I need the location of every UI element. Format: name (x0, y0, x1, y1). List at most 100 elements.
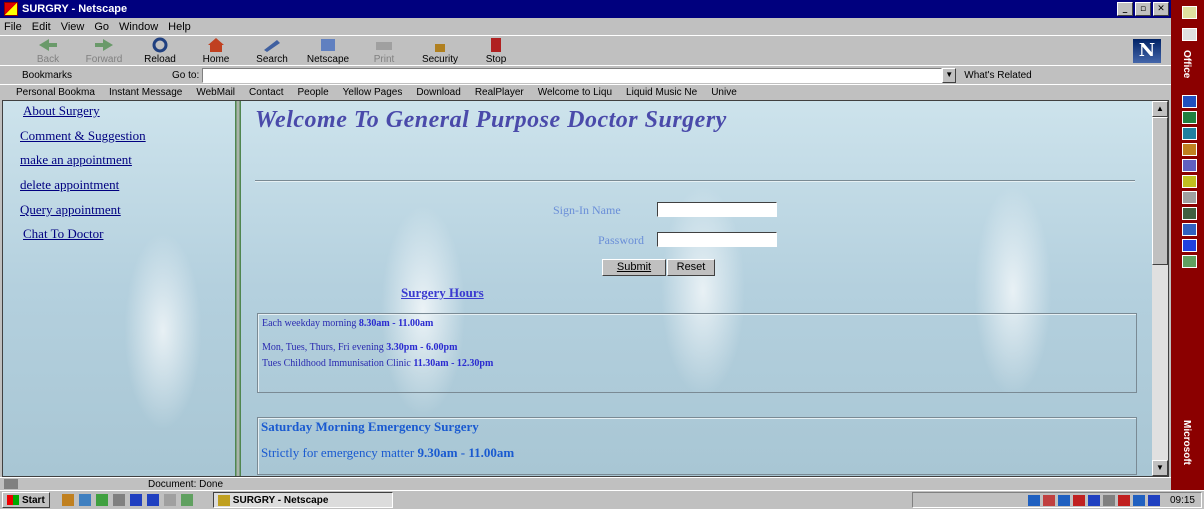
personal-bookmark[interactable]: Instant Message (109, 87, 182, 98)
nav-make-appointment[interactable]: make an appointment (20, 152, 235, 177)
personal-bookmark[interactable]: Unive (711, 87, 737, 98)
search-icon (264, 40, 280, 52)
vertical-scrollbar[interactable]: ▲ ▼ (1152, 101, 1168, 476)
personal-bookmark[interactable]: Download (416, 87, 460, 98)
welcome-heading: Welcome To General Purpose Doctor Surger… (255, 107, 727, 133)
quicklaunch-icon[interactable] (129, 494, 142, 506)
office-menu-icon[interactable] (1182, 28, 1197, 41)
nav-about-surgery[interactable]: About Surgery (23, 103, 235, 128)
office-folder-icon[interactable] (1182, 6, 1197, 19)
nav-chat-to-doctor[interactable]: Chat To Doctor (23, 226, 235, 251)
whats-related-button[interactable]: What's Related (964, 70, 1032, 81)
stop-button[interactable]: Stop (468, 37, 524, 65)
printer-icon (376, 42, 392, 50)
padlock-icon (435, 44, 445, 52)
maximize-button[interactable]: ▫ (1135, 2, 1151, 16)
utility-icon[interactable] (1182, 255, 1197, 268)
personal-bookmark[interactable]: Liquid Music Ne (626, 87, 697, 98)
netscape-app-icon[interactable] (4, 2, 18, 16)
personal-bookmark[interactable]: Contact (249, 87, 283, 98)
nav-comment-suggestion[interactable]: Comment & Suggestion (20, 128, 235, 153)
tray-icon[interactable] (1087, 494, 1100, 506)
personal-bookmark[interactable]: WebMail (196, 87, 235, 98)
tray-icon[interactable] (1132, 494, 1145, 506)
sign-in-label: Sign-In Name (553, 203, 621, 217)
personal-bookmark[interactable]: Yellow Pages (343, 87, 403, 98)
quicklaunch-icon[interactable] (61, 494, 74, 506)
tray-icon[interactable] (1057, 494, 1070, 506)
menu-help[interactable]: Help (168, 21, 191, 33)
taskbar-netscape-item[interactable]: SURGRY - Netscape (212, 492, 393, 508)
volume-icon[interactable] (1102, 494, 1115, 506)
netscape-button[interactable]: Netscape (300, 37, 356, 65)
scroll-up-button[interactable]: ▲ (1152, 101, 1168, 117)
minimize-button[interactable]: _ (1117, 2, 1133, 16)
scroll-down-button[interactable]: ▼ (1152, 460, 1168, 476)
netscape-icon (321, 39, 335, 51)
tray-icon[interactable] (1072, 494, 1085, 506)
start-button[interactable]: Start (2, 492, 50, 508)
search-button[interactable]: Search (244, 37, 300, 65)
tray-icon[interactable] (1147, 494, 1160, 506)
menu-bar: File Edit View Go Window Help (0, 18, 1171, 35)
binder-icon[interactable] (1182, 207, 1197, 220)
security-button[interactable]: Security (412, 37, 468, 65)
word-icon[interactable] (1182, 95, 1197, 108)
personal-bookmark[interactable]: RealPlayer (475, 87, 524, 98)
hours-row: Each weekday morning 8.30am - 11.00am (262, 318, 434, 329)
divider-line (255, 180, 1135, 182)
url-input[interactable] (202, 67, 943, 83)
navigation-frame: About Surgery Comment & Suggestion make … (3, 101, 235, 476)
clock-icon[interactable] (1182, 191, 1197, 204)
tray-icon[interactable] (1117, 494, 1130, 506)
quicklaunch-icon[interactable] (163, 494, 176, 506)
main-frame: Welcome To General Purpose Doctor Surger… (241, 101, 1152, 476)
home-button[interactable]: Home (188, 37, 244, 65)
menu-view[interactable]: View (61, 21, 85, 33)
surgery-hours-link[interactable]: Surgery Hours (401, 285, 484, 301)
print-button[interactable]: Print (356, 37, 412, 65)
reset-button[interactable]: Reset (667, 259, 715, 276)
internet-explorer-icon[interactable] (1182, 239, 1197, 252)
netscape-logo[interactable]: N (1133, 39, 1161, 63)
excel-icon[interactable] (1182, 111, 1197, 124)
close-button[interactable]: ✕ (1153, 2, 1169, 16)
personal-bookmark[interactable]: Personal Bookma (16, 87, 95, 98)
url-dropdown-button[interactable]: ▼ (942, 67, 957, 83)
status-bar: Document: Done (0, 477, 1171, 490)
menu-go[interactable]: Go (94, 21, 109, 33)
nav-query-appointment[interactable]: Query appointment (20, 202, 235, 227)
quicklaunch-icon[interactable] (146, 494, 159, 506)
menu-file[interactable]: File (4, 21, 22, 33)
forward-button[interactable]: Forward (76, 37, 132, 65)
quicklaunch-icon[interactable] (112, 494, 125, 506)
title-bar[interactable]: SURGRY - Netscape _ ▫ ✕ (0, 0, 1171, 18)
tray-icon[interactable] (1042, 494, 1055, 506)
powerpoint-icon[interactable] (1182, 159, 1197, 172)
access-icon[interactable] (1182, 143, 1197, 156)
submit-button[interactable]: Submit (602, 259, 666, 276)
tray-icon[interactable] (1027, 494, 1040, 506)
hours-row: Tues Childhood Immunisation Clinic 11.30… (262, 358, 494, 369)
network-icon[interactable] (1182, 223, 1197, 236)
nav-delete-appointment[interactable]: delete appointment (20, 177, 235, 202)
outlook-icon[interactable] (1182, 127, 1197, 140)
quicklaunch-icon[interactable] (180, 494, 193, 506)
quicklaunch-icon[interactable] (95, 494, 108, 506)
password-input[interactable] (657, 232, 777, 247)
personal-bookmark[interactable]: Welcome to Liqu (538, 87, 612, 98)
sign-in-name-input[interactable] (657, 202, 777, 217)
quicklaunch-icon[interactable] (78, 494, 91, 506)
personal-toolbar: Personal Bookma Instant Message WebMail … (0, 84, 1171, 100)
reload-button[interactable]: Reload (132, 37, 188, 65)
bookmarks-button[interactable]: Bookmarks (22, 70, 172, 81)
navigation-toolbar: Back Forward Reload Home Search Netscape… (0, 35, 1171, 65)
menu-window[interactable]: Window (119, 21, 158, 33)
menu-edit[interactable]: Edit (32, 21, 51, 33)
scroll-thumb[interactable] (1152, 117, 1168, 265)
office-label: Office (1181, 50, 1192, 79)
personal-bookmark[interactable]: People (298, 87, 329, 98)
connection-icon (4, 479, 18, 489)
back-button[interactable]: Back (20, 37, 76, 65)
calendar-icon[interactable] (1182, 175, 1197, 188)
